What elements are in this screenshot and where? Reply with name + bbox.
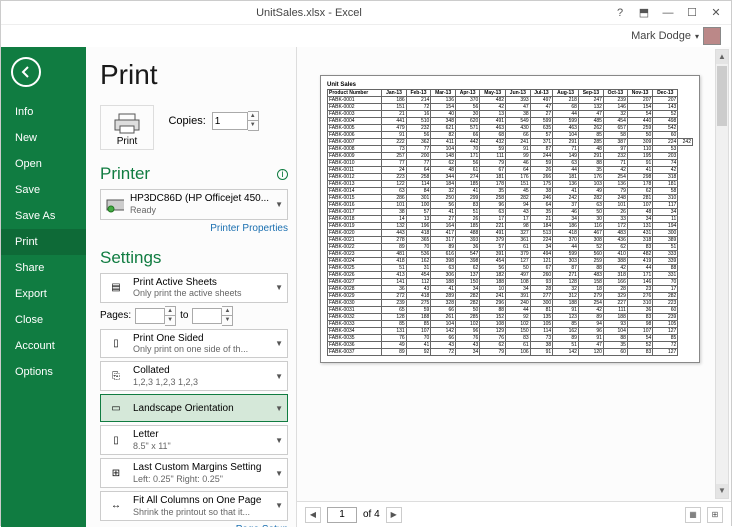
show-margins-button[interactable]: ⊞	[707, 507, 723, 523]
page-total: of 4	[363, 509, 380, 520]
setting-print-one-sided[interactable]: ▯Print One SidedOnly print on one side o…	[100, 329, 288, 359]
setting-letter[interactable]: ▯Letter8.5" x 11"▼	[100, 425, 288, 455]
scroll-thumb[interactable]	[717, 66, 727, 126]
chevron-down-icon: ▼	[275, 469, 283, 478]
user-menu-arrow[interactable]: ▾	[695, 32, 699, 41]
setting-icon: ↔	[105, 496, 127, 516]
setting-icon: ▭	[105, 398, 127, 418]
ribbon-options-button[interactable]: ⬒	[635, 4, 653, 22]
chevron-down-icon: ▼	[275, 404, 283, 413]
print-preview-page: Unit Sales Product NumberJan-13Feb-13Mar…	[320, 75, 700, 363]
sidebar-item-new[interactable]: New	[1, 125, 86, 151]
page-title: Print	[100, 59, 288, 91]
sidebar-item-open[interactable]: Open	[1, 151, 86, 177]
sheet-title: Unit Sales	[327, 82, 693, 88]
user-name[interactable]: Mark Dodge	[631, 30, 691, 42]
setting-print-active-sheets[interactable]: ▤Print Active SheetsOnly print the activ…	[100, 273, 288, 303]
chevron-down-icon: ▼	[275, 501, 283, 510]
page-number-input[interactable]	[327, 507, 357, 523]
chevron-down-icon: ▼	[275, 339, 283, 348]
avatar[interactable]	[703, 27, 721, 45]
printer-device-icon	[105, 194, 124, 214]
sidebar-item-share[interactable]: Share	[1, 255, 86, 281]
info-icon[interactable]: i	[277, 169, 288, 180]
setting-icon: ▯	[105, 430, 127, 450]
sidebar-item-save-as[interactable]: Save As	[1, 203, 86, 229]
next-page-button[interactable]: ▶	[386, 507, 402, 523]
sidebar-item-close[interactable]: Close	[1, 307, 86, 333]
chevron-down-icon: ▼	[275, 372, 283, 381]
help-button[interactable]: ?	[611, 4, 629, 22]
setting-icon: ⎘	[105, 366, 127, 386]
sidebar-item-info[interactable]: Info	[1, 99, 86, 125]
setting-collated[interactable]: ⎘Collated1,2,3 1,2,3 1,2,3▼	[100, 361, 288, 391]
printer-name: HP3DC86D (HP Officejet 450...	[130, 193, 269, 205]
chevron-down-icon: ▼	[275, 283, 283, 292]
printer-status: Ready	[130, 205, 269, 216]
close-button[interactable]: ✕	[707, 4, 725, 22]
setting-landscape-orientation[interactable]: ▭Landscape Orientation▼	[100, 394, 288, 422]
scroll-up-button[interactable]: ▲	[716, 50, 728, 64]
back-arrow-icon	[19, 65, 33, 79]
window-title: UnitSales.xlsx - Excel	[7, 7, 611, 19]
setting-icon: ▯	[105, 334, 127, 354]
setting-fit-all-columns-on-one-page[interactable]: ↔Fit All Columns on One PageShrink the p…	[100, 491, 288, 521]
spin-up[interactable]: ▲	[248, 112, 258, 121]
zoom-to-page-button[interactable]: ▦	[685, 507, 701, 523]
printer-selector[interactable]: HP3DC86D (HP Officejet 450... Ready ▼	[100, 189, 288, 220]
print-button[interactable]: Print	[100, 105, 154, 150]
chevron-down-icon: ▼	[275, 436, 283, 445]
copies-label: Copies:	[168, 115, 205, 127]
copies-input[interactable]	[212, 112, 248, 130]
print-button-label: Print	[113, 136, 141, 147]
setting-icon: ⊞	[105, 463, 127, 483]
setting-icon: ▤	[105, 278, 127, 298]
chevron-down-icon: ▼	[275, 200, 283, 209]
printer-properties-link[interactable]: Printer Properties	[100, 223, 288, 234]
preview-table: Product NumberJan-13Feb-13Mar-13Apr-13Ma…	[327, 89, 693, 356]
printer-heading: Printer	[100, 164, 150, 184]
sidebar-item-export[interactable]: Export	[1, 281, 86, 307]
pages-from[interactable]: ▲▼	[135, 306, 176, 326]
spin-down[interactable]: ▼	[248, 121, 258, 130]
backstage-sidebar: InfoNewOpenSaveSave AsPrintShareExportCl…	[1, 47, 86, 527]
prev-page-button[interactable]: ◀	[305, 507, 321, 523]
printer-icon	[113, 112, 141, 134]
pages-to[interactable]: ▲▼	[192, 306, 233, 326]
maximize-button[interactable]: ☐	[683, 4, 701, 22]
scroll-down-button[interactable]: ▼	[716, 484, 728, 498]
preview-scrollbar[interactable]: ▲ ▼	[715, 49, 729, 499]
copies-spinner[interactable]: ▲▼	[212, 111, 259, 131]
sidebar-item-save[interactable]: Save	[1, 177, 86, 203]
sidebar-item-print[interactable]: Print	[1, 229, 86, 255]
settings-heading: Settings	[100, 248, 161, 268]
sidebar-item-account[interactable]: Account	[1, 333, 86, 359]
minimize-button[interactable]: —	[659, 4, 677, 22]
pages-range-row: Pages:▲▼to▲▼	[100, 306, 288, 326]
setting-last-custom-margins-setting[interactable]: ⊞Last Custom Margins SettingLeft: 0.25" …	[100, 458, 288, 488]
sidebar-item-options[interactable]: Options	[1, 359, 86, 385]
back-button[interactable]	[11, 57, 41, 87]
